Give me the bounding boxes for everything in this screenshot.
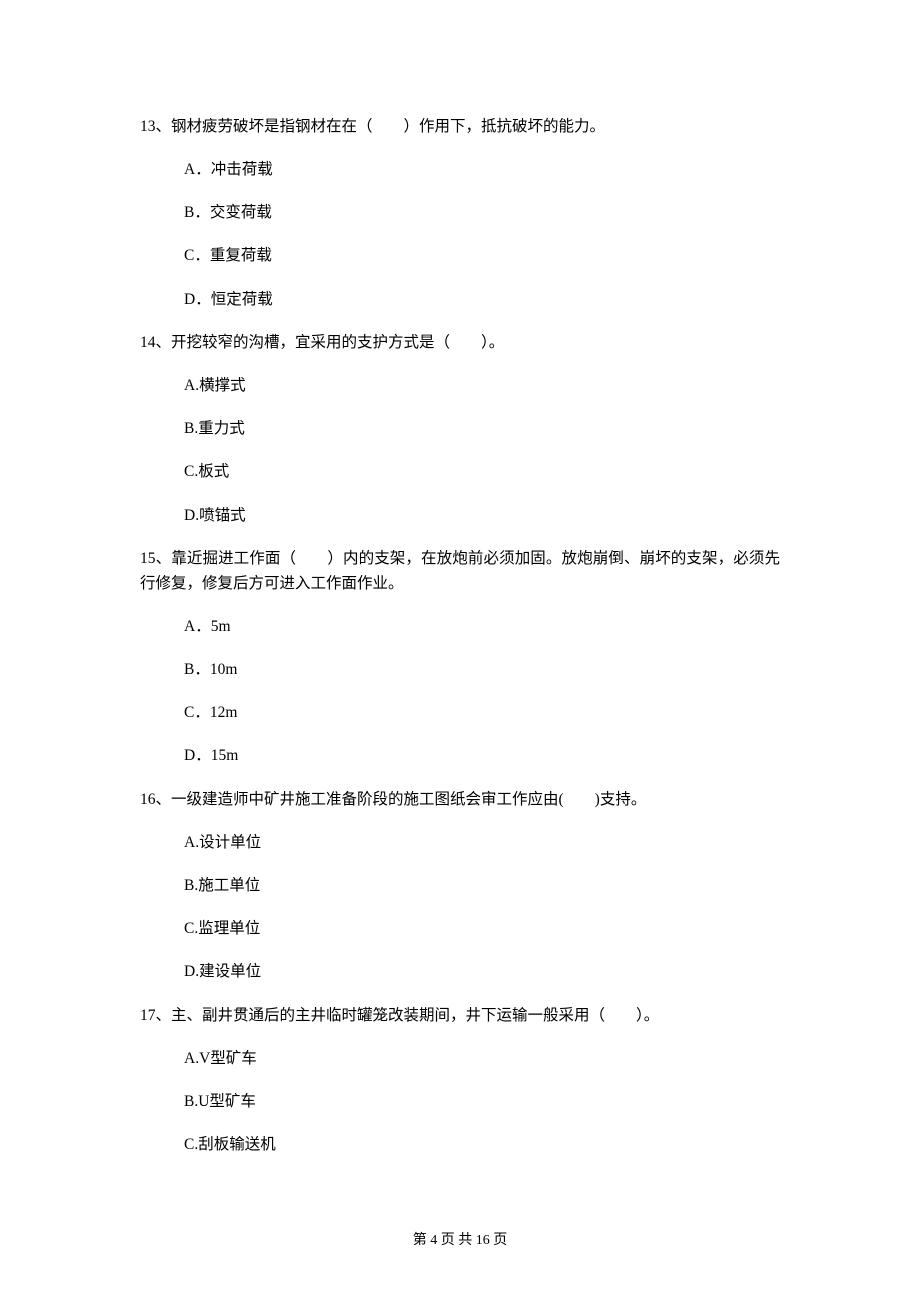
option-b: B．10m: [140, 658, 780, 683]
question-stem: 靠近掘进工作面（ ）内的支架，在放炮前必须加固。放炮崩倒、崩坏的支架，必须先行修…: [140, 550, 780, 592]
option-b: B．交变荷载: [140, 201, 780, 226]
document-page: 13、钢材疲劳破坏是指钢材在在（ ）作用下，抵抗破坏的能力。 A．冲击荷载 B．…: [0, 0, 920, 1302]
option-c: C．重复荷载: [140, 244, 780, 269]
option-a: A.横撑式: [140, 374, 780, 399]
question-16: 16、一级建造师中矿井施工准备阶段的施工图纸会审工作应由( )支持。 A.设计单…: [140, 788, 780, 985]
question-15: 15、靠近掘进工作面（ ）内的支架，在放炮前必须加固。放炮崩倒、崩坏的支架，必须…: [140, 547, 780, 769]
option-b: B.施工单位: [140, 874, 780, 899]
question-number: 13、: [140, 118, 171, 135]
question-text: 13、钢材疲劳破坏是指钢材在在（ ）作用下，抵抗破坏的能力。: [140, 115, 780, 140]
option-a: A.V型矿车: [140, 1047, 780, 1072]
question-number: 14、: [140, 334, 171, 351]
question-number: 15、: [140, 550, 171, 567]
question-number: 16、: [140, 791, 171, 808]
option-b: B.U型矿车: [140, 1090, 780, 1115]
option-c: C.刮板输送机: [140, 1133, 780, 1158]
question-text: 14、开挖较窄的沟槽，宜采用的支护方式是（ ）。: [140, 331, 780, 356]
question-number: 17、: [140, 1007, 171, 1024]
question-text: 16、一级建造师中矿井施工准备阶段的施工图纸会审工作应由( )支持。: [140, 788, 780, 813]
question-stem: 钢材疲劳破坏是指钢材在在（ ）作用下，抵抗破坏的能力。: [171, 118, 605, 135]
option-a: A.设计单位: [140, 831, 780, 856]
option-d: D.建设单位: [140, 960, 780, 985]
question-stem: 开挖较窄的沟槽，宜采用的支护方式是（ ）。: [171, 334, 504, 351]
question-13: 13、钢材疲劳破坏是指钢材在在（ ）作用下，抵抗破坏的能力。 A．冲击荷载 B．…: [140, 115, 780, 312]
option-d: D．恒定荷载: [140, 288, 780, 313]
option-a: A．5m: [140, 615, 780, 640]
question-stem: 一级建造师中矿井施工准备阶段的施工图纸会审工作应由( )支持。: [171, 791, 646, 808]
question-17: 17、主、副井贯通后的主井临时罐笼改装期间，井下运输一般采用（ ）。 A.V型矿…: [140, 1004, 780, 1158]
option-d: D.喷锚式: [140, 504, 780, 529]
option-a: A．冲击荷载: [140, 158, 780, 183]
question-stem: 主、副井贯通后的主井临时罐笼改装期间，井下运输一般采用（ ）。: [171, 1007, 659, 1024]
page-footer: 第 4 页 共 16 页: [0, 1230, 920, 1252]
option-c: C．12m: [140, 701, 780, 726]
question-text: 15、靠近掘进工作面（ ）内的支架，在放炮前必须加固。放炮崩倒、崩坏的支架，必须…: [140, 547, 780, 597]
option-b: B.重力式: [140, 417, 780, 442]
option-c: C.板式: [140, 460, 780, 485]
question-text: 17、主、副井贯通后的主井临时罐笼改装期间，井下运输一般采用（ ）。: [140, 1004, 780, 1029]
question-14: 14、开挖较窄的沟槽，宜采用的支护方式是（ ）。 A.横撑式 B.重力式 C.板…: [140, 331, 780, 528]
option-d: D．15m: [140, 744, 780, 769]
option-c: C.监理单位: [140, 917, 780, 942]
